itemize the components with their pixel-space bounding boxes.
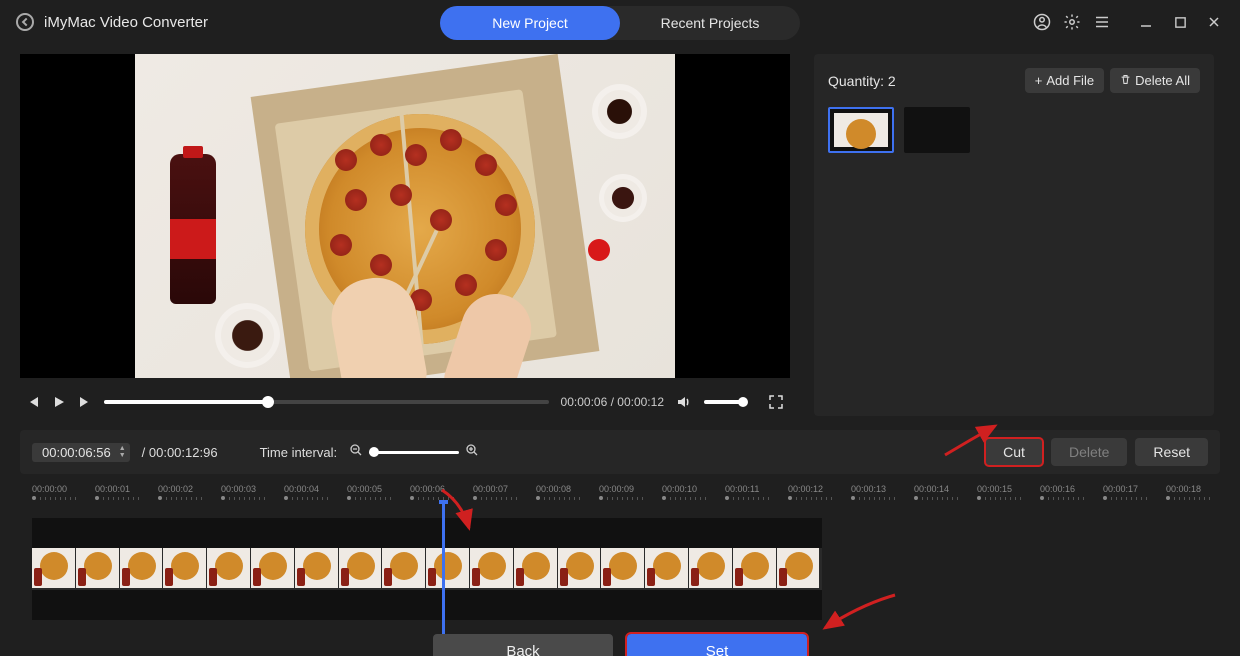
- zoom-in-icon[interactable]: [465, 443, 479, 462]
- window-close-icon[interactable]: [1204, 12, 1224, 32]
- zoom-slider[interactable]: [369, 451, 459, 454]
- clip-thumb-2[interactable]: [904, 107, 970, 153]
- trash-icon: [1120, 73, 1131, 88]
- menu-icon[interactable]: [1092, 12, 1112, 32]
- skip-back-icon[interactable]: [26, 395, 40, 409]
- settings-gear-icon[interactable]: [1062, 12, 1082, 32]
- tab-recent-projects[interactable]: Recent Projects: [620, 6, 800, 40]
- preview-panel: 00:00:06 / 00:00:12: [20, 54, 790, 420]
- project-tabs: New Project Recent Projects: [440, 6, 800, 40]
- ruler-label: 00:00:16: [1040, 484, 1103, 494]
- title-bar: iMyMac Video Converter New Project Recen…: [0, 0, 1240, 44]
- seek-slider[interactable]: [104, 400, 549, 404]
- ruler-label: 00:00:12: [788, 484, 851, 494]
- account-icon[interactable]: [1032, 12, 1052, 32]
- plus-icon: +: [1035, 73, 1043, 88]
- volume-slider[interactable]: [704, 400, 744, 404]
- app-logo-icon: [16, 13, 34, 31]
- current-time-input[interactable]: 00:00:06:56 ▲ ▼: [32, 443, 130, 462]
- filmstrip-frame[interactable]: [32, 548, 76, 588]
- timeline-toolbar: 00:00:06:56 ▲ ▼ / 00:00:12:96 Time inter…: [20, 430, 1220, 474]
- ruler-label: 00:00:10: [662, 484, 725, 494]
- duration-label: / 00:00:12:96: [142, 445, 218, 460]
- ruler-label: 00:00:04: [284, 484, 347, 494]
- add-file-button[interactable]: +Add File: [1025, 68, 1104, 93]
- set-button[interactable]: Set: [627, 634, 807, 656]
- ruler-label: 00:00:11: [725, 484, 788, 494]
- clip-thumb-1[interactable]: [828, 107, 894, 153]
- ruler-label: 00:00:05: [347, 484, 410, 494]
- filmstrip-frame[interactable]: [777, 548, 821, 588]
- filmstrip-frame[interactable]: [163, 548, 207, 588]
- bottom-actions: Back Set: [20, 634, 1220, 656]
- ruler-label: 00:00:09: [599, 484, 662, 494]
- ruler-label: 00:00:14: [914, 484, 977, 494]
- player-time: 00:00:06 / 00:00:12: [561, 395, 664, 409]
- reset-button[interactable]: Reset: [1135, 438, 1208, 466]
- timeline-ruler[interactable]: 00:00:0000:00:0100:00:0200:00:0300:00:04…: [20, 480, 1220, 510]
- ruler-label: 00:00:13: [851, 484, 914, 494]
- zoom-out-icon[interactable]: [349, 443, 363, 462]
- ruler-label: 00:00:17: [1103, 484, 1166, 494]
- tab-new-project[interactable]: New Project: [440, 6, 620, 40]
- time-interval-label: Time interval:: [260, 445, 338, 460]
- ruler-label: 00:00:00: [32, 484, 95, 494]
- window-maximize-icon[interactable]: [1170, 12, 1190, 32]
- ruler-label: 00:00:01: [95, 484, 158, 494]
- ruler-label: 00:00:15: [977, 484, 1040, 494]
- ruler-label: 00:00:02: [158, 484, 221, 494]
- skip-forward-icon[interactable]: [78, 395, 92, 409]
- filmstrip-frame[interactable]: [207, 548, 251, 588]
- fullscreen-icon[interactable]: [768, 394, 784, 410]
- back-button[interactable]: Back: [433, 634, 613, 656]
- video-preview[interactable]: [20, 54, 790, 378]
- clips-panel: Quantity: 2 +Add File Delete All: [814, 54, 1214, 416]
- filmstrip-frame[interactable]: [120, 548, 164, 588]
- filmstrip-frame[interactable]: [558, 548, 602, 588]
- filmstrip-frame[interactable]: [645, 548, 689, 588]
- app-title: iMyMac Video Converter: [44, 14, 208, 31]
- cut-button[interactable]: Cut: [985, 438, 1043, 466]
- ruler-label: 00:00:06: [410, 484, 473, 494]
- time-step-down-icon[interactable]: ▼: [119, 452, 126, 459]
- player-controls: 00:00:06 / 00:00:12: [20, 384, 790, 420]
- play-icon[interactable]: [52, 395, 66, 409]
- filmstrip-frame[interactable]: [295, 548, 339, 588]
- window-minimize-icon[interactable]: [1136, 12, 1156, 32]
- time-step-up-icon[interactable]: ▲: [119, 445, 126, 452]
- ruler-label: 00:00:03: [221, 484, 284, 494]
- delete-all-button[interactable]: Delete All: [1110, 68, 1200, 93]
- ruler-label: 00:00:08: [536, 484, 599, 494]
- filmstrip-frame[interactable]: [470, 548, 514, 588]
- ruler-label: 00:00:18: [1166, 484, 1229, 494]
- filmstrip-frame[interactable]: [733, 548, 777, 588]
- filmstrip-frame[interactable]: [689, 548, 733, 588]
- volume-icon[interactable]: [676, 394, 692, 410]
- delete-button[interactable]: Delete: [1051, 438, 1127, 466]
- annotation-arrow-set: [815, 590, 905, 640]
- filmstrip-frame[interactable]: [76, 548, 120, 588]
- filmstrip[interactable]: [32, 518, 822, 620]
- playhead[interactable]: [442, 502, 445, 636]
- video-frame-content: [135, 54, 675, 378]
- filmstrip-frame[interactable]: [382, 548, 426, 588]
- filmstrip-frame[interactable]: [601, 548, 645, 588]
- filmstrip-frame[interactable]: [339, 548, 383, 588]
- filmstrip-frame[interactable]: [426, 548, 470, 588]
- filmstrip-frame[interactable]: [514, 548, 558, 588]
- filmstrip-frame[interactable]: [251, 548, 295, 588]
- quantity-label: Quantity: 2: [828, 73, 896, 89]
- ruler-label: 00:00:07: [473, 484, 536, 494]
